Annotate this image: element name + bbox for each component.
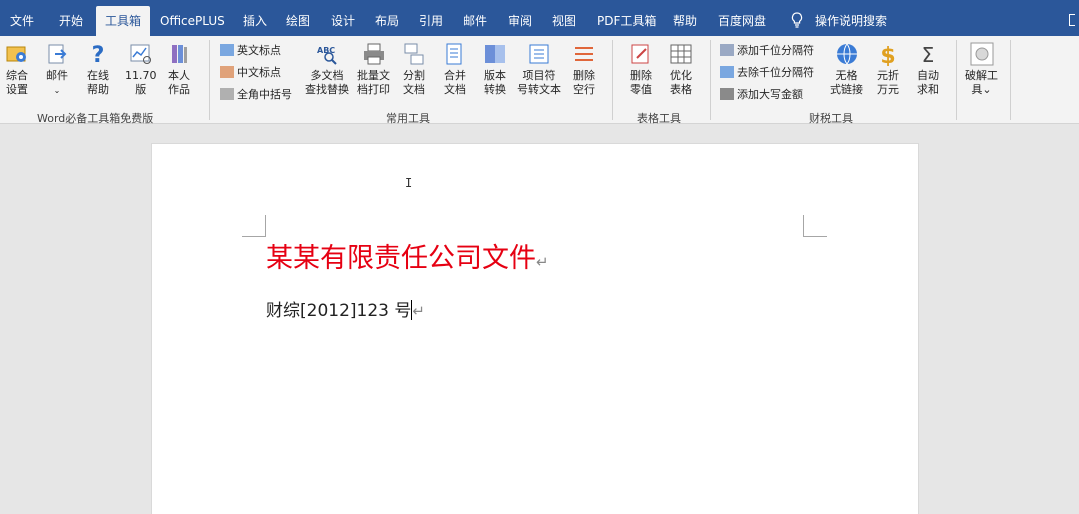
document-page[interactable] [151,143,919,514]
english-punctuation-button[interactable]: 英文标点 [220,42,281,60]
merge-document-button[interactable]: 合并 文档 [443,42,467,97]
document-heading[interactable]: 某某有限责任公司文件↵ [266,236,549,275]
tab-review[interactable]: 审阅 [508,0,532,36]
svg-text:$: $ [880,44,895,66]
bullets-to-text-button[interactable]: 项目符 号转文本 [517,42,561,97]
tab-layout[interactable]: 布局 [375,0,399,36]
group-separator [612,40,613,120]
separator-icon [720,44,734,56]
chinese-punctuation-button[interactable]: 中文标点 [220,64,281,82]
fullwidth-brackets-button[interactable]: 全角中括号 [220,86,292,104]
tab-pdf-toolbox[interactable]: PDF工具箱 [597,0,656,36]
tab-file[interactable]: 文件 [10,0,34,36]
delete-lines-icon [575,47,593,61]
crack-tools-button[interactable]: 破解工 具⌄ [965,42,998,97]
tab-mailings[interactable]: 邮件 [463,0,487,36]
margin-corner-top-right [803,215,827,237]
settings-folder-icon [6,46,26,62]
crack-tool-icon [970,42,993,66]
separator-icon [720,66,734,78]
document-file-number[interactable]: 财综[2012]123 号↵ [266,296,425,321]
chart-magnifier-icon [130,44,151,64]
abc-search-icon: ABC [317,46,337,65]
batch-print-button[interactable]: 批量文 档打印 [357,42,390,97]
version-button[interactable]: 11.70 版 [125,42,157,97]
comprehensive-settings-button[interactable]: 综合 设置 [5,42,29,97]
books-icon [172,45,187,63]
sigma-icon: Σ [922,43,935,66]
version-convert-button[interactable]: 版本 转换 [483,42,507,97]
split-doc-icon [404,43,424,65]
my-works-button[interactable]: 本人 作品 [167,42,191,97]
bullet-list-icon [529,44,549,64]
punctuation-icon [220,66,234,78]
tab-design[interactable]: 设计 [331,0,355,36]
table-icon [670,44,692,64]
lightbulb-icon [791,12,803,28]
printer-icon [363,43,384,65]
punctuation-icon [220,44,234,56]
amount-icon [720,88,734,100]
add-thousands-separator-button[interactable]: 添加千位分隔符 [720,42,814,60]
online-help-button[interactable]: ? 在线 帮助 [86,42,110,97]
globe-icon [836,43,857,65]
group-label-word-toolbox: Word必备工具箱免费版 [37,112,154,125]
tab-baidu-netdisk[interactable]: 百度网盘 [718,0,766,36]
add-uppercase-amount-button[interactable]: 添加大写金额 [720,86,803,104]
ribbon-collapse-icon[interactable] [1069,14,1075,26]
remove-thousands-separator-button[interactable]: 去除千位分隔符 [720,64,814,82]
tab-toolbox[interactable]: 工具箱 [96,6,151,36]
margin-corner-top-left [242,215,266,237]
dollar-icon: $ [880,44,895,66]
question-mark-icon: ? [92,43,105,66]
delete-zero-values-button[interactable]: 删除 零值 [629,42,653,97]
multi-doc-find-replace-button[interactable]: ABC 多文档 查找替换 [305,42,349,97]
svg-text:Σ: Σ [922,43,935,66]
eraser-pen-icon [631,44,649,64]
tab-view[interactable]: 视图 [552,0,576,36]
split-document-button[interactable]: 分割 文档 [402,42,426,97]
tab-help[interactable]: 帮助 [673,0,697,36]
group-label-table-tools: 表格工具 [637,112,681,125]
auto-sum-button[interactable]: Σ 自动 求和 [916,42,940,97]
group-separator [1010,40,1011,120]
text-cursor-icon: I [405,176,413,190]
group-separator [956,40,957,120]
group-label-common-tools: 常用工具 [386,112,430,125]
ribbon-tab-bar: 文件 开始 工具箱 OfficePLUS 插入 绘图 设计 布局 引用 邮件 审… [0,0,1079,36]
tab-officeplus[interactable]: OfficePLUS [160,0,225,36]
tab-draw[interactable]: 绘图 [286,0,310,36]
group-separator [710,40,711,120]
tab-home[interactable]: 开始 [59,0,83,36]
delete-empty-lines-button[interactable]: 删除 空行 [572,42,596,97]
yuan-to-wanyuan-button[interactable]: $ 元折 万元 [876,42,900,97]
unformatted-link-button[interactable]: 无格 式链接 [830,42,863,97]
optimize-table-button[interactable]: 优化 表格 [669,42,693,97]
search-tell-me[interactable]: 操作说明搜索 [815,0,887,36]
mail-arrow-icon [48,44,67,64]
brackets-icon [220,88,234,100]
paragraph-mark-icon: ↵ [412,302,425,320]
svg-text:?: ? [92,43,105,66]
merge-doc-icon [446,43,462,65]
tab-references[interactable]: 引用 [419,0,443,36]
mail-button[interactable]: 邮件 ⌄ [45,42,69,98]
tab-insert[interactable]: 插入 [243,0,267,36]
group-label-finance-tools: 财税工具 [809,112,853,125]
convert-doc-icon [485,45,505,63]
paragraph-mark-icon: ↵ [536,253,549,271]
group-separator [209,40,210,120]
ribbon: 综合 设置 邮件 ⌄ ? 在线 帮助 11.70 版 本人 作品 Word必备工… [0,36,1079,125]
